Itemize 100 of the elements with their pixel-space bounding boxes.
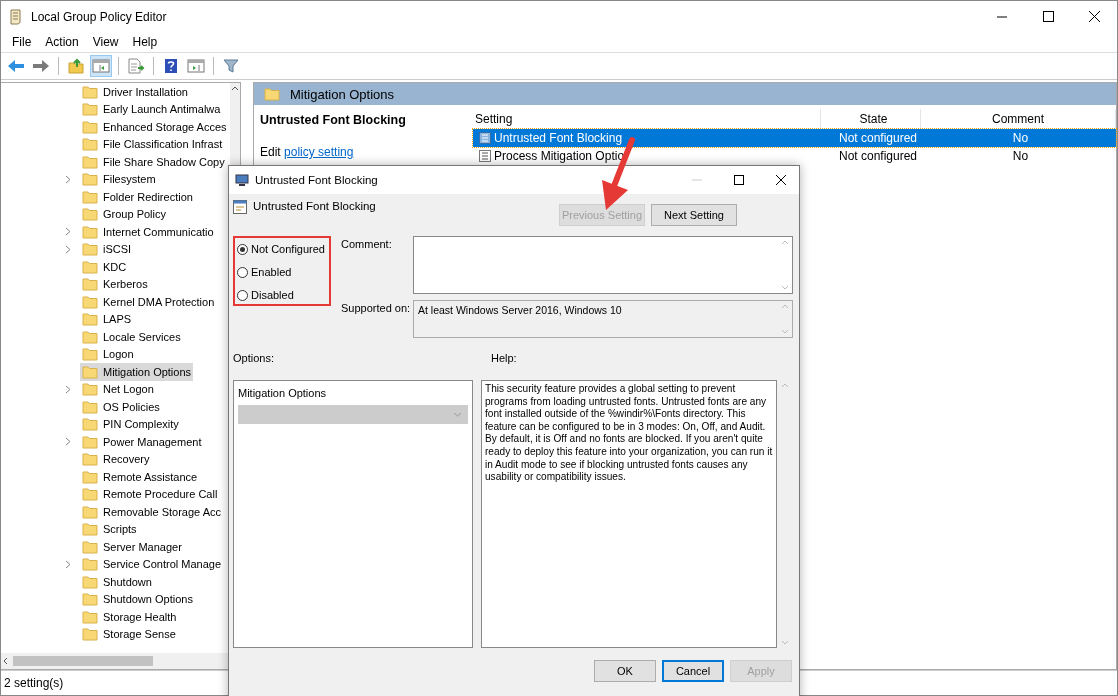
tree-item[interactable]: iSCSI: [80, 240, 134, 258]
scroll-down-icon[interactable]: [781, 640, 789, 645]
comment-label: Comment:: [341, 237, 393, 252]
edit-text: Edit policy setting: [260, 145, 355, 159]
state-cell-text: Not configured: [837, 149, 918, 163]
expand-chevron-icon[interactable]: [65, 244, 71, 254]
list-icon: [479, 150, 491, 162]
scroll-down-icon[interactable]: [781, 285, 789, 290]
tree-item[interactable]: Filesystem: [80, 170, 158, 188]
folder-icon: [82, 189, 98, 204]
tree-item[interactable]: Kernel DMA Protection: [80, 293, 217, 311]
menu-item[interactable]: Help: [125, 35, 165, 49]
folder-icon: [82, 154, 98, 169]
computer-icon: [235, 174, 249, 186]
expand-chevron-icon[interactable]: [65, 437, 71, 447]
setting-name: Untrusted Font Blocking: [494, 131, 623, 145]
policy-link[interactable]: policy setting: [284, 145, 354, 159]
tree-item[interactable]: Storage Sense: [80, 625, 178, 643]
maximize-icon[interactable]: [734, 175, 744, 185]
dialog-button[interactable]: Cancel: [662, 660, 724, 682]
folder-icon: [82, 259, 98, 274]
tree-item[interactable]: Power Management: [80, 433, 204, 451]
tree-item[interactable]: Shutdown Options: [80, 590, 195, 608]
tree-item[interactable]: Enhanced Storage Acces: [80, 118, 229, 136]
expand-chevron-icon[interactable]: [65, 384, 71, 394]
menu-item[interactable]: File: [5, 35, 39, 49]
supported-field: At least Windows Server 2016, Windows 10: [413, 300, 793, 338]
folder-icon: [82, 277, 98, 292]
tree-item[interactable]: Kerberos: [80, 275, 150, 293]
tree-item[interactable]: Scripts: [80, 520, 139, 538]
policy-icon: [479, 132, 491, 144]
tree-item[interactable]: Service Control Manage: [80, 555, 223, 573]
tree-item[interactable]: Shutdown: [80, 573, 154, 591]
tree-item[interactable]: Group Policy: [80, 205, 168, 223]
tree-item[interactable]: Recovery: [80, 450, 152, 468]
folder-icon: [82, 574, 98, 589]
expand-chevron-icon[interactable]: [65, 174, 71, 184]
menu-item[interactable]: View: [85, 35, 126, 49]
folder-icon: [82, 609, 98, 624]
tree-item[interactable]: Internet Communicatio: [80, 223, 216, 241]
dialog-title: Untrusted Font Blocking: [255, 174, 379, 186]
state-cell-text: Not configured: [837, 131, 918, 145]
help-label: Help:: [491, 352, 517, 366]
policy-window-icon: [233, 200, 247, 214]
scrollbar-thumb[interactable]: [13, 656, 153, 666]
menu-item[interactable]: Action: [38, 35, 86, 49]
option-label: Mitigation Options: [238, 387, 328, 399]
tree-item[interactable]: File Share Shadow Copy: [80, 153, 227, 171]
folder-icon: [82, 119, 98, 134]
tree-item[interactable]: Remote Procedure Call: [80, 485, 220, 503]
tree-item[interactable]: Early Launch Antimalwa: [80, 100, 223, 118]
tree-item[interactable]: LAPS: [80, 310, 134, 328]
options-label: Options:: [233, 352, 274, 364]
tree-item[interactable]: OS Policies: [80, 398, 162, 416]
tree-item[interactable]: Storage Health: [80, 608, 179, 626]
tree-item[interactable]: Locale Services: [80, 328, 183, 346]
radio-button[interactable]: [237, 243, 248, 255]
comment-cell-text: No: [1011, 131, 1030, 145]
tree-item[interactable]: Logon: [80, 345, 136, 363]
tree-item[interactable]: Server Manager: [80, 538, 184, 556]
folder-icon: [82, 172, 98, 187]
expand-chevron-icon[interactable]: [65, 227, 71, 237]
folder-icon: [82, 399, 98, 414]
radio-button[interactable]: [237, 289, 248, 301]
folder-icon: [82, 417, 98, 432]
tree-item[interactable]: Remote Assistance: [80, 468, 200, 486]
expand-chevron-icon[interactable]: [65, 559, 71, 569]
table-row[interactable]: Untrusted Font Blocking Not configured No: [473, 129, 1116, 147]
dialog-button[interactable]: OK: [594, 660, 656, 682]
folder-icon: [82, 504, 98, 519]
tree-item[interactable]: KDC: [80, 258, 129, 276]
scroll-down-icon[interactable]: [781, 329, 789, 334]
radio-option[interactable]: Disabled: [237, 286, 329, 304]
tree-item[interactable]: Net Logon: [80, 380, 156, 398]
window-title: Local Group Policy Editor: [31, 9, 168, 24]
tree-item[interactable]: Folder Redirection: [80, 188, 195, 206]
folder-icon: [82, 329, 98, 344]
tree-item[interactable]: Driver Installation: [80, 83, 190, 101]
folder-icon: [82, 242, 98, 257]
close-icon[interactable]: [776, 175, 786, 185]
nav-button[interactable]: Next Setting: [651, 204, 737, 226]
folder-icon: [82, 487, 98, 502]
tree-item[interactable]: Removable Storage Acc: [80, 503, 223, 521]
folder-icon: [82, 539, 98, 554]
folder-icon: [264, 87, 280, 101]
scroll-left-icon[interactable]: [1, 656, 9, 666]
radio-option[interactable]: Enabled: [237, 263, 329, 281]
folder-icon: [82, 434, 98, 449]
setting-heading: Untrusted Font Blocking: [253, 200, 377, 212]
tree-item[interactable]: PIN Complexity: [80, 415, 181, 433]
comment-field[interactable]: [413, 236, 793, 294]
folder-icon: [82, 469, 98, 484]
comment-cell-text: No: [1011, 149, 1030, 163]
radio-button[interactable]: [237, 266, 248, 278]
tree-item[interactable]: File Classification Infrast: [80, 135, 225, 153]
folder-icon: [82, 312, 98, 327]
radio-option[interactable]: Not Configured: [237, 240, 329, 258]
tree-item[interactable]: Mitigation Options: [80, 363, 194, 381]
header-title: Mitigation Options: [290, 86, 395, 102]
folder-icon: [82, 364, 98, 379]
